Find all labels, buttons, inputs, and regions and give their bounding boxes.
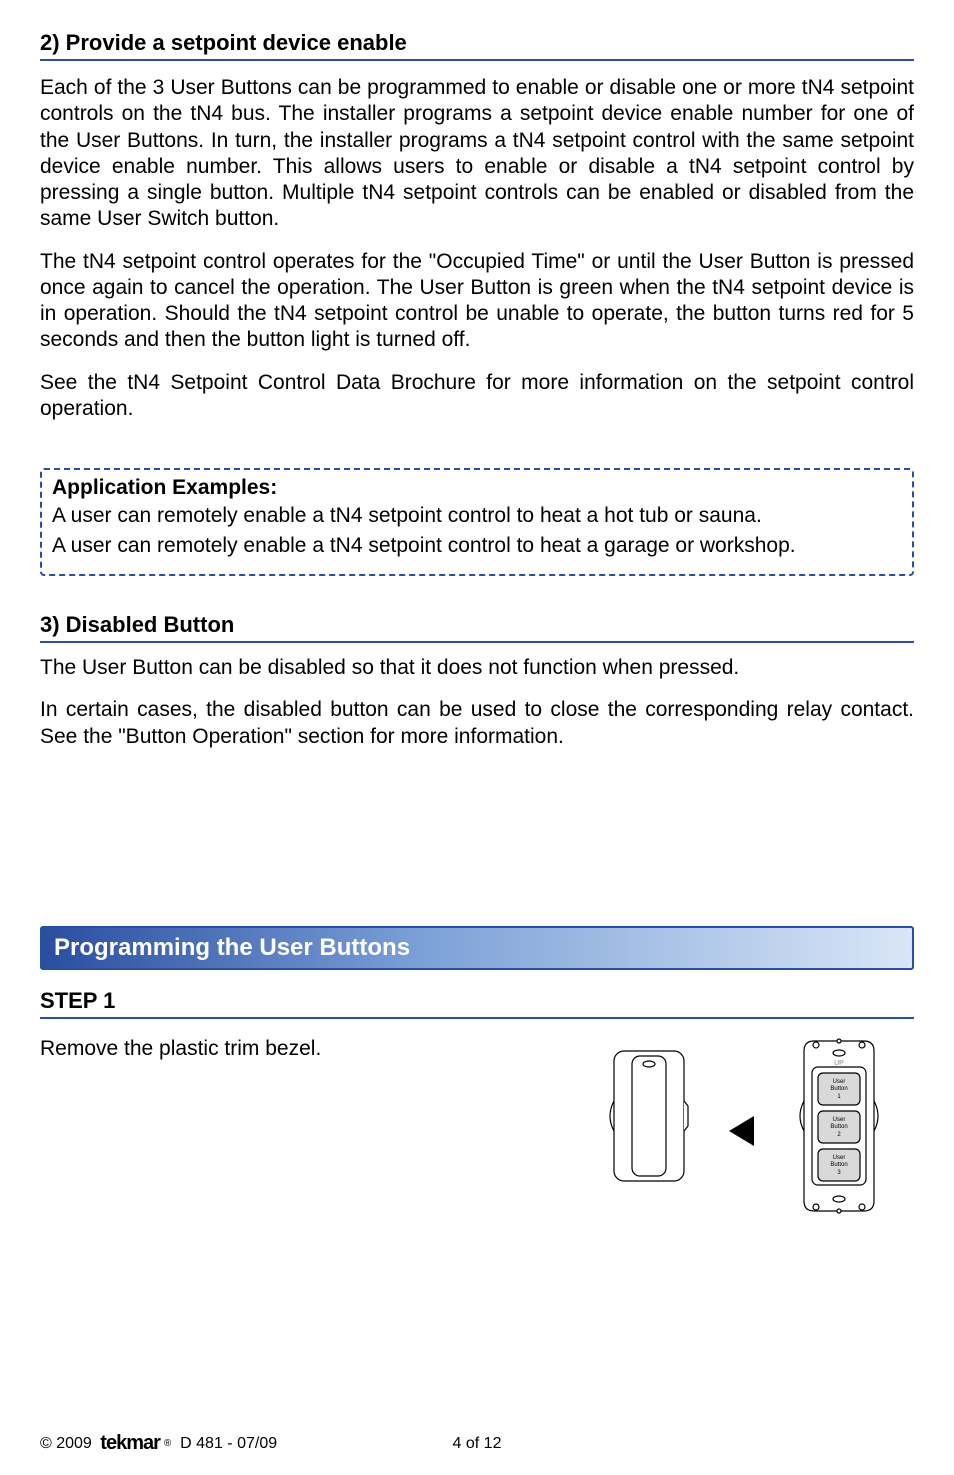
section-2-para-3: See the tN4 Setpoint Control Data Brochu…: [40, 370, 914, 423]
section-3-para-1: The User Button can be disabled so that …: [40, 655, 914, 681]
section-3-para-2: In certain cases, the disabled button ca…: [40, 697, 914, 750]
programming-banner: Programming the User Buttons: [40, 926, 914, 970]
example-line-2: A user can remotely enable a tN4 setpoin…: [52, 534, 902, 558]
footer-reg: ®: [164, 1438, 171, 1449]
footer-pagenum: 4 of 12: [453, 1435, 502, 1453]
example-line-1: A user can remotely enable a tN4 setpoin…: [52, 504, 902, 528]
footer-brand: tekmar: [100, 1432, 160, 1455]
left-arrow-icon: [729, 1116, 754, 1146]
examples-title: Application Examples:: [52, 476, 902, 500]
section-2-para-1: Each of the 3 User Buttons can be progra…: [40, 75, 914, 233]
application-examples-box: Application Examples: A user can remotel…: [40, 468, 914, 576]
device-diagram: UP User Button 1 User Button 2 User Butt…: [554, 1031, 914, 1221]
up-label: UP: [834, 1060, 844, 1067]
bezel-piece-icon: [610, 1051, 688, 1181]
footer-docref: D 481 - 07/09: [180, 1435, 277, 1453]
device-body-icon: UP User Button 1 User Button 2 User Butt…: [800, 1039, 878, 1213]
svg-text:Button: Button: [830, 1086, 847, 1092]
page-footer: © 2009 tekmar ® D 481 - 07/09 4 of 12: [40, 1432, 914, 1455]
svg-text:User: User: [833, 1079, 846, 1085]
banner-title: Programming the User Buttons: [54, 934, 410, 961]
device-diagram-svg: UP User Button 1 User Button 2 User Butt…: [554, 1031, 914, 1221]
step-1-row: Remove the plastic trim bezel.: [40, 1031, 914, 1221]
step-1-heading: STEP 1: [40, 988, 914, 1019]
section-2-para-2: The tN4 setpoint control operates for th…: [40, 249, 914, 354]
footer-copyright: © 2009: [40, 1435, 92, 1453]
section-2-heading: 2) Provide a setpoint device enable: [40, 30, 914, 61]
svg-text:Button: Button: [830, 1162, 847, 1168]
section-3-heading: 3) Disabled Button: [40, 612, 914, 643]
step-1-text: Remove the plastic trim bezel.: [40, 1037, 534, 1061]
svg-text:User: User: [833, 1155, 846, 1161]
svg-text:Button: Button: [830, 1124, 847, 1130]
svg-text:User: User: [833, 1117, 846, 1123]
